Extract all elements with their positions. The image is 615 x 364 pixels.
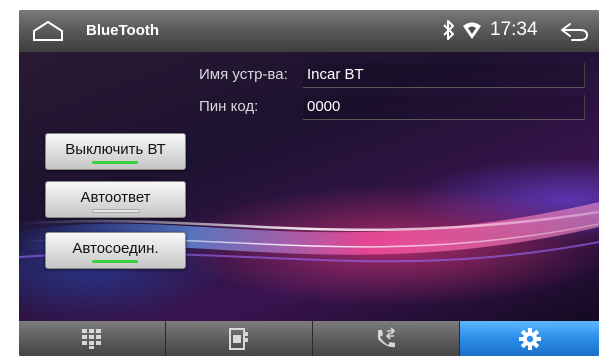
back-icon — [561, 23, 589, 41]
auto-answer-label: Автоответ — [80, 189, 151, 206]
tab-keypad[interactable] — [19, 321, 166, 356]
tab-phonebook[interactable] — [166, 321, 313, 356]
device-name-field[interactable]: Incar BT — [303, 63, 585, 88]
auto-connect-label: Автосоедин. — [72, 240, 159, 257]
bluetooth-off-button[interactable]: Выключить ВТ — [45, 133, 186, 170]
page-title: BlueTooth — [86, 22, 160, 39]
call-log-icon — [378, 326, 396, 347]
bluetooth-on-indicator — [92, 161, 138, 164]
device-name-label: Имя устр-ва: — [199, 66, 288, 83]
bottom-tab-bar — [19, 321, 599, 356]
pin-code-label: Пин код: — [199, 98, 259, 115]
wifi-icon — [463, 22, 481, 39]
device-frame: BlueTooth 17:34 Имя устр-ва: Incar BT Пи… — [0, 0, 615, 364]
screen: BlueTooth 17:34 Имя устр-ва: Incar BT Пи… — [19, 10, 599, 356]
bluetooth-off-label: Выключить ВТ — [65, 141, 166, 158]
auto-connect-button[interactable]: Автосоедин. — [45, 232, 186, 269]
pin-code-field[interactable]: 0000 — [303, 95, 585, 120]
home-button[interactable] — [31, 17, 65, 45]
clock: 17:34 — [490, 19, 538, 40]
auto-answer-indicator — [92, 209, 140, 213]
status-bar: BlueTooth 17:34 — [19, 10, 599, 53]
auto-connect-indicator — [92, 260, 138, 263]
home-icon — [33, 20, 63, 41]
auto-answer-button[interactable]: Автоответ — [45, 181, 186, 218]
back-button[interactable] — [559, 21, 589, 43]
bluetooth-icon — [443, 20, 454, 40]
tab-settings[interactable] — [460, 321, 599, 356]
bluetooth-settings-panel: Имя устр-ва: Incar BT Пин код: 0000 Выкл… — [19, 52, 599, 321]
keypad-icon — [82, 328, 101, 349]
phonebook-icon — [229, 327, 248, 350]
settings-icon — [518, 327, 541, 350]
tab-call-log[interactable] — [313, 321, 460, 356]
